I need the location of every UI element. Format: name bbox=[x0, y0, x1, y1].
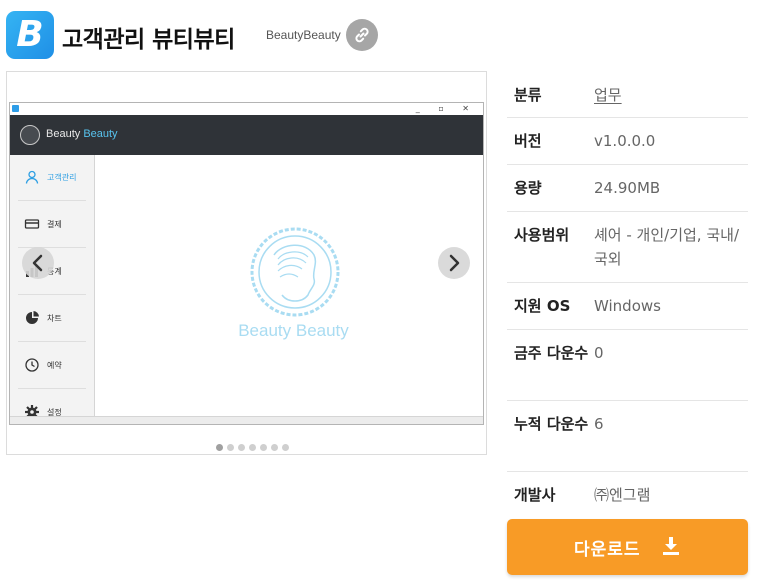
sidebar-item-reservation: 예약 bbox=[18, 343, 86, 389]
carousel-dot[interactable] bbox=[238, 444, 245, 451]
info-row-category: 분류 업무 bbox=[507, 71, 748, 118]
preview-header: Beauty Beauty bbox=[10, 115, 483, 155]
sidebar-item-label: 결제 bbox=[47, 220, 62, 229]
link-icon bbox=[355, 27, 369, 43]
download-label: 다운로드 bbox=[574, 540, 641, 560]
carousel-dot[interactable] bbox=[227, 444, 234, 451]
preview-sidebar: 고객관리 결제 통계 차트 예약 설정 bbox=[10, 155, 95, 417]
link-button[interactable] bbox=[346, 19, 378, 51]
info-value: 6 bbox=[594, 415, 604, 433]
card-icon bbox=[24, 219, 40, 229]
sidebar-item-label: 차트 bbox=[47, 314, 62, 323]
window-controls: _ ▫ ✕ bbox=[415, 104, 477, 113]
preview-main: Beauty Beauty bbox=[96, 155, 483, 417]
info-row-license: 사용범위 셰어 - 개인/기업, 국내/국외 bbox=[507, 212, 748, 283]
download-button[interactable]: 다운로드 bbox=[507, 519, 748, 575]
info-value: 셰어 - 개인/기업, 국내/국외 bbox=[594, 226, 739, 268]
carousel-dot[interactable] bbox=[260, 444, 267, 451]
carousel-prev-button[interactable] bbox=[22, 247, 54, 279]
chevron-left-icon bbox=[32, 254, 43, 272]
carousel-next-button[interactable] bbox=[438, 247, 470, 279]
category-link[interactable]: 업무 bbox=[594, 83, 622, 107]
info-label: 지원 OS bbox=[514, 297, 571, 315]
horizontal-scrollbar bbox=[10, 416, 483, 424]
info-label: 사용범위 bbox=[514, 226, 570, 244]
chevron-right-icon bbox=[449, 254, 460, 272]
info-label: 개발사 bbox=[514, 486, 556, 504]
clock-icon bbox=[25, 358, 39, 372]
carousel-dot[interactable] bbox=[249, 444, 256, 451]
info-row-weekly-downloads: 금주 다운수 0 bbox=[507, 330, 748, 401]
carousel-dots bbox=[0, 436, 505, 451]
beauty-logo-icon bbox=[250, 227, 340, 317]
carousel-dot[interactable] bbox=[282, 444, 289, 451]
info-label: 금주 다운수 bbox=[514, 344, 589, 362]
info-value: 0 bbox=[594, 344, 604, 362]
window-app-icon bbox=[12, 105, 19, 112]
info-table: 분류 업무 버전 v1.0.0.0 용량 24.90MB 사용범위 셰어 - 개… bbox=[507, 71, 748, 512]
brand-text: Beauty Beauty bbox=[238, 321, 349, 340]
carousel-dot[interactable] bbox=[216, 444, 223, 451]
sidebar-item-payment: 결제 bbox=[18, 202, 86, 248]
carousel-dot[interactable] bbox=[271, 444, 278, 451]
download-icon bbox=[663, 537, 679, 555]
sidebar-item-settings: 설정 bbox=[18, 390, 86, 417]
info-label: 버전 bbox=[514, 132, 542, 150]
person-icon bbox=[25, 170, 39, 184]
preview-brand-text: Beauty bbox=[46, 128, 81, 140]
info-row-developer: 개발사 ㈜엔그램 bbox=[507, 472, 748, 512]
sidebar-item-customers: 고객관리 bbox=[18, 155, 86, 201]
info-label: 누적 다운수 bbox=[514, 415, 589, 433]
info-value: ㈜엔그램 bbox=[594, 486, 651, 504]
preview-brand-accent: Beauty bbox=[83, 128, 118, 140]
pie-chart-icon bbox=[26, 311, 39, 324]
info-value: Windows bbox=[594, 297, 661, 315]
sidebar-item-label: 예약 bbox=[47, 361, 62, 370]
screenshot-carousel: _ ▫ ✕ Beauty Beauty 고객관리 결제 통계 차트 예약 설정 … bbox=[6, 71, 487, 455]
sidebar-item-chart: 차트 bbox=[18, 296, 86, 342]
app-icon-letter: B bbox=[16, 14, 44, 55]
app-title: 고객관리 뷰티뷰티 bbox=[62, 27, 235, 53]
info-label: 분류 bbox=[514, 86, 542, 104]
developer-name[interactable]: BeautyBeauty bbox=[266, 28, 341, 42]
info-row-size: 용량 24.90MB bbox=[507, 165, 748, 212]
info-label: 용량 bbox=[514, 179, 542, 197]
window-titlebar: _ ▫ ✕ bbox=[10, 103, 483, 115]
preview-brand: Beauty Beauty bbox=[46, 128, 118, 140]
info-row-os: 지원 OS Windows bbox=[507, 283, 748, 330]
info-row-version: 버전 v1.0.0.0 bbox=[507, 118, 748, 165]
preview-logo-icon bbox=[20, 125, 40, 145]
info-value: 24.90MB bbox=[594, 179, 661, 197]
info-row-total-downloads: 누적 다운수 6 bbox=[507, 401, 748, 472]
app-icon: B bbox=[6, 11, 54, 59]
info-value: v1.0.0.0 bbox=[594, 132, 656, 150]
sidebar-item-label: 고객관리 bbox=[47, 173, 77, 182]
app-preview-window: _ ▫ ✕ Beauty Beauty 고객관리 결제 통계 차트 예약 설정 … bbox=[9, 102, 484, 425]
